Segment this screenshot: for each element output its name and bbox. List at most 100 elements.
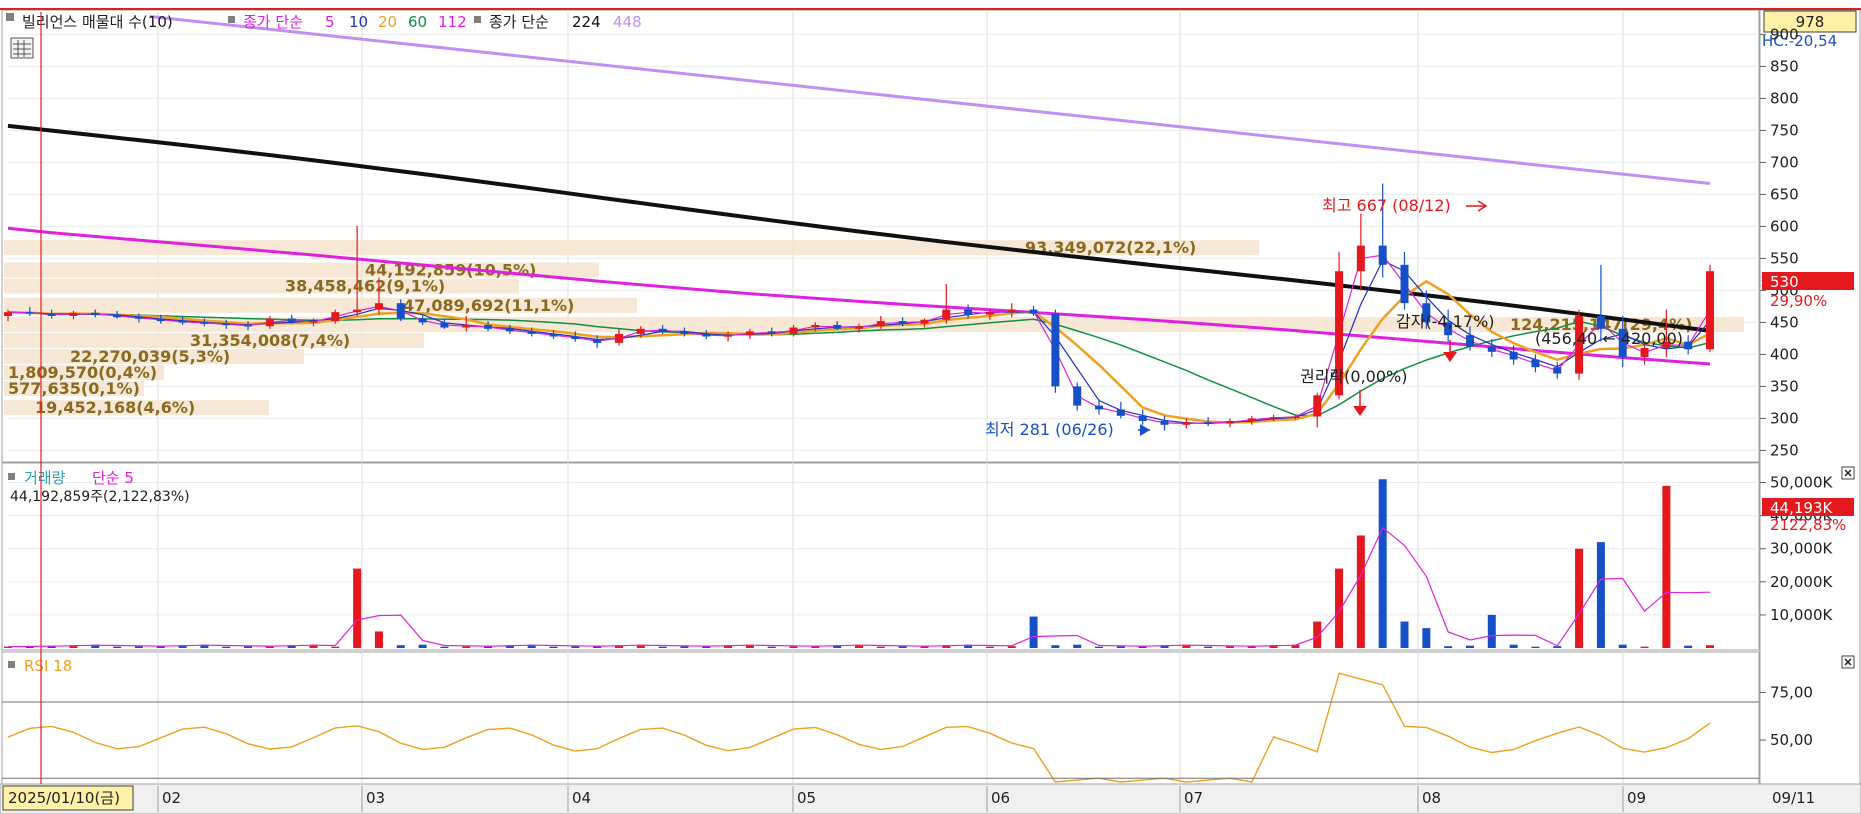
price-tick-label: 450 (1770, 313, 1799, 331)
candle-body (331, 312, 340, 322)
candle-body (876, 321, 885, 327)
current-volume: 44,193K (1770, 499, 1833, 517)
candle-body (178, 321, 187, 323)
legend-square-icon (8, 473, 15, 480)
candle-body (1706, 271, 1714, 350)
volume-bar (1116, 646, 1125, 648)
volume-bar (1356, 535, 1365, 648)
volume-bar (549, 646, 558, 648)
ma-period-5: 5 (325, 13, 335, 31)
candle-body (1378, 245, 1387, 265)
volume-bar (1313, 621, 1322, 648)
candle-body (287, 318, 296, 323)
price-tick-label: 650 (1770, 185, 1799, 203)
volume-bar (244, 646, 253, 648)
rsi-title[interactable]: RSI 18 (24, 657, 72, 675)
candle-body (1356, 245, 1365, 272)
volume-title[interactable]: 거래량 (24, 469, 66, 487)
month-label: 05 (797, 789, 816, 807)
volume-bar (418, 644, 427, 648)
candle-body (1138, 415, 1147, 421)
reduction-annotation: 감자(-4,17%) (1396, 312, 1495, 331)
rsi-panel (1, 651, 1760, 785)
end-date: 09/11 (1772, 789, 1815, 807)
volume-bar (1007, 646, 1016, 648)
rsi-tick-label: 75,00 (1770, 683, 1813, 701)
volume-bar (1051, 645, 1060, 648)
candle-body (702, 333, 711, 337)
price-tick-label: 250 (1770, 441, 1799, 459)
candle-body (309, 321, 318, 323)
high-annotation: 최고 667 (08/12) (1322, 196, 1451, 215)
volume-bar (1553, 646, 1562, 648)
candle-body (527, 331, 536, 334)
candle-body (811, 324, 820, 328)
volume-bar (1531, 646, 1540, 648)
candle-body (1553, 367, 1562, 374)
volume-ma: 단순 5 (92, 469, 134, 487)
legend-square-icon (6, 13, 14, 21)
volume-bar (374, 631, 383, 648)
price-tick-label: 750 (1770, 121, 1799, 139)
chart-title[interactable]: 빌리언스 매물대 수(10) (22, 13, 173, 31)
candle-body (1051, 313, 1060, 387)
candle-body (1531, 359, 1540, 368)
ma2-label[interactable]: 종가 단순 (489, 13, 549, 31)
candle-body (549, 333, 558, 337)
close-icon[interactable] (1841, 466, 1855, 480)
candle-body (462, 324, 471, 328)
volume-bar (571, 646, 580, 648)
volume-tick-label: 20,000K (1770, 573, 1833, 591)
candle-body (440, 322, 449, 328)
volume-bar (1095, 646, 1104, 648)
candle-body (396, 303, 405, 319)
close-icon[interactable] (1841, 655, 1855, 669)
ma-label[interactable]: 종가 단순 (243, 13, 303, 31)
candle-body (1247, 418, 1256, 421)
candle-body (1204, 422, 1213, 424)
ma-period-112: 112 (438, 13, 467, 31)
volume-bar (1335, 568, 1344, 648)
ma-period-10: 10 (349, 13, 368, 31)
candle-body (636, 328, 645, 334)
candle-body (1269, 417, 1278, 419)
price-tick-label: 550 (1770, 249, 1799, 267)
volume-bar (1706, 645, 1714, 648)
candle-body (767, 331, 776, 334)
volume-tick-label: 10,000K (1770, 606, 1833, 624)
month-label: 06 (991, 789, 1010, 807)
volume-bar (396, 645, 405, 648)
candle-body (833, 324, 842, 329)
candle-body (571, 336, 580, 340)
month-label: 07 (1184, 789, 1203, 807)
candle-body (898, 321, 907, 324)
price-tick-label: 700 (1770, 153, 1799, 171)
volume-bar (1444, 646, 1453, 648)
candle-body (1291, 416, 1300, 418)
candle-body (134, 317, 143, 319)
profile-label: 47,089,692(11,1%) (403, 296, 574, 315)
candle-body (920, 319, 929, 324)
price-tick-label: 300 (1770, 409, 1799, 427)
volume-bar (985, 646, 994, 648)
legend-square-icon (8, 661, 15, 668)
price-tick-label: 850 (1770, 57, 1799, 75)
volume-bar (1225, 646, 1234, 648)
candle-body (91, 312, 100, 315)
volume-bar (1029, 616, 1038, 648)
volume-bar (113, 646, 122, 648)
candle-body (1313, 395, 1322, 417)
volume-bar (658, 646, 667, 648)
candle-body (1225, 420, 1234, 424)
candle-body (265, 318, 274, 327)
volume-tick-label: 30,000K (1770, 540, 1833, 558)
volume-bar (1073, 644, 1082, 648)
candle-body (985, 312, 994, 315)
candle-body (593, 339, 602, 343)
table-icon[interactable] (10, 37, 34, 59)
volume-bar (1618, 644, 1627, 648)
volume-bar (1684, 645, 1693, 648)
candle-body (418, 318, 427, 323)
profile-label: 19,452,168(4,6%) (35, 398, 195, 417)
volume-bar (331, 646, 340, 648)
